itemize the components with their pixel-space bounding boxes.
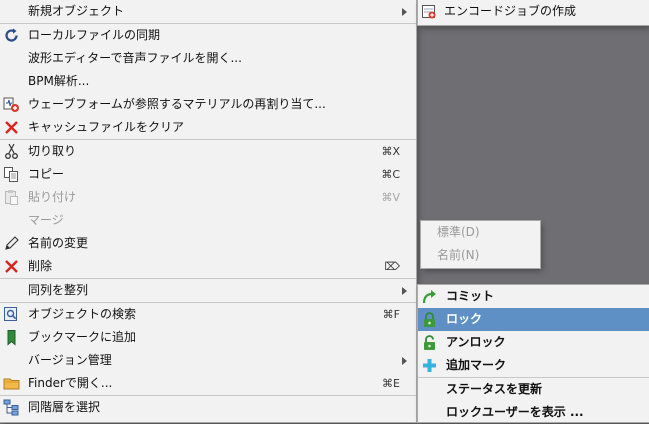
unlock-icon (421, 334, 438, 351)
shortcut-label: ⌘F (382, 308, 400, 321)
menu-item-merge[interactable]: マージ (0, 209, 416, 232)
menu-item-copy[interactable]: コピー ⌘C (0, 163, 416, 186)
pencil-icon (3, 235, 20, 252)
menu-item-find-object[interactable]: オブジェクトの検索 ⌘F (0, 303, 416, 326)
submenu-arrow-icon (402, 8, 407, 16)
copy-icon (3, 166, 20, 183)
lock-icon (421, 311, 438, 328)
menu-item-label: キャッシュファイルをクリア (28, 120, 185, 134)
menu-item-cut[interactable]: 切り取り ⌘X (0, 140, 416, 163)
menu-item-label: ブックマークに追加 (28, 330, 137, 344)
menu-item-label: ローカルファイルの同期 (28, 28, 161, 42)
red-x-icon (3, 119, 20, 136)
menu-item-lock[interactable]: ロック (418, 308, 649, 331)
menu-item-label: 削除 (28, 259, 53, 273)
menu-item-label: コピー (28, 167, 65, 181)
menu-item-commit[interactable]: コミット (418, 285, 649, 308)
menu-item-label: 名前(N) (437, 248, 480, 262)
menu-item-label: Finderで開く... (28, 376, 113, 390)
refresh-icon (3, 27, 20, 44)
menu-item-update-status[interactable]: ステータスを更新 (418, 378, 649, 401)
menu-item-label: アンロック (446, 335, 506, 349)
menu-item-label: ロックユーザーを表示 ... (446, 405, 584, 419)
context-menu: 新規オブジェクト ローカルファイルの同期 波形エディターで音声ファイルを開く..… (0, 0, 416, 422)
shortcut-label: ⌘E (382, 377, 400, 390)
submenu-new-object: エンコードジョブの作成 (418, 0, 649, 25)
submenu-align-siblings: 標準(D) 名前(N) (421, 221, 540, 268)
plus-icon (421, 357, 438, 374)
folder-icon (3, 375, 20, 392)
hierarchy-icon (3, 399, 20, 416)
red-x-icon (3, 258, 20, 275)
menu-item-delete[interactable]: 削除 ⌦ (0, 255, 416, 278)
menu-item-align-siblings[interactable]: 同列を整列 (0, 279, 416, 302)
menu-item-label: 波形エディターで音声ファイルを開く... (28, 51, 242, 65)
menu-item-label: 標準(D) (437, 225, 480, 239)
menu-item-reassign-material[interactable]: ウェーブフォームが参照するマテリアルの再割り当て... (0, 93, 416, 116)
shortcut-label: ⌦ (384, 260, 400, 273)
menu-item-label: 同階層を選択 (28, 400, 101, 414)
commit-arrow-icon (421, 288, 438, 305)
menu-item-unlock[interactable]: アンロック (418, 331, 649, 354)
menu-item-label: オブジェクトの検索 (28, 307, 137, 321)
menu-item-mark-add[interactable]: 追加マーク (418, 354, 649, 377)
menu-item-select-siblings[interactable]: 同階層を選択 (0, 396, 416, 419)
menu-item-sync-local-files[interactable]: ローカルファイルの同期 (0, 24, 416, 47)
menu-item-label: ステータスを更新 (446, 382, 543, 396)
scissors-icon (3, 143, 20, 160)
menu-item-bpm-analysis[interactable]: BPM解析... (0, 70, 416, 93)
menu-item-show-lock-user[interactable]: ロックユーザーを表示 ... (418, 401, 649, 424)
menu-item-rename[interactable]: 名前の変更 (0, 232, 416, 255)
menu-item-label: 新規オブジェクト (28, 4, 125, 18)
menu-item-label: バージョン管理 (28, 353, 112, 367)
menu-item-label: 貼り付け (28, 190, 77, 204)
menu-item-add-bookmark[interactable]: ブックマークに追加 (0, 326, 416, 349)
menu-item-version-control[interactable]: バージョン管理 (0, 349, 416, 372)
menu-item-label: BPM解析... (28, 74, 90, 88)
paste-icon (3, 189, 20, 206)
menu-item-align-standard[interactable]: 標準(D) (421, 221, 540, 244)
menu-item-clear-cache[interactable]: キャッシュファイルをクリア (0, 116, 416, 139)
menu-item-paste[interactable]: 貼り付け ⌘V (0, 186, 416, 209)
menu-item-label: 切り取り (28, 144, 77, 158)
menu-item-label: ロック (446, 312, 483, 326)
menu-item-label: 名前の変更 (28, 236, 89, 250)
menu-item-label: マージ (28, 213, 64, 227)
encode-job-icon (421, 3, 438, 20)
shortcut-label: ⌘V (381, 191, 400, 204)
menu-item-label: コミット (446, 289, 495, 303)
menu-item-create-encode-job[interactable]: エンコードジョブの作成 (418, 0, 649, 23)
shortcut-label: ⌘X (381, 145, 400, 158)
submenu-version-control: コミット ロック アンロック 追加マーク ステータスを更新 ロックユーザーを表示… (418, 285, 649, 422)
menu-item-label: ウェーブフォームが参照するマテリアルの再割り当て... (28, 97, 326, 111)
submenu-arrow-icon (402, 357, 407, 365)
menu-item-open-in-finder[interactable]: Finderで開く... ⌘E (0, 372, 416, 395)
menu-item-label: 同列を整列 (28, 283, 89, 297)
find-object-icon (3, 306, 20, 323)
menu-item-open-in-wave-editor[interactable]: 波形エディターで音声ファイルを開く... (0, 47, 416, 70)
submenu-arrow-icon (402, 287, 407, 295)
menu-item-label: エンコードジョブの作成 (444, 4, 577, 18)
menu-item-new-object[interactable]: 新規オブジェクト (0, 0, 416, 23)
bookmark-icon (3, 329, 20, 346)
shortcut-label: ⌘C (381, 168, 400, 181)
menu-item-align-name[interactable]: 名前(N) (421, 244, 540, 267)
reassign-material-icon (3, 96, 20, 113)
menu-item-label: 追加マーク (446, 358, 507, 372)
